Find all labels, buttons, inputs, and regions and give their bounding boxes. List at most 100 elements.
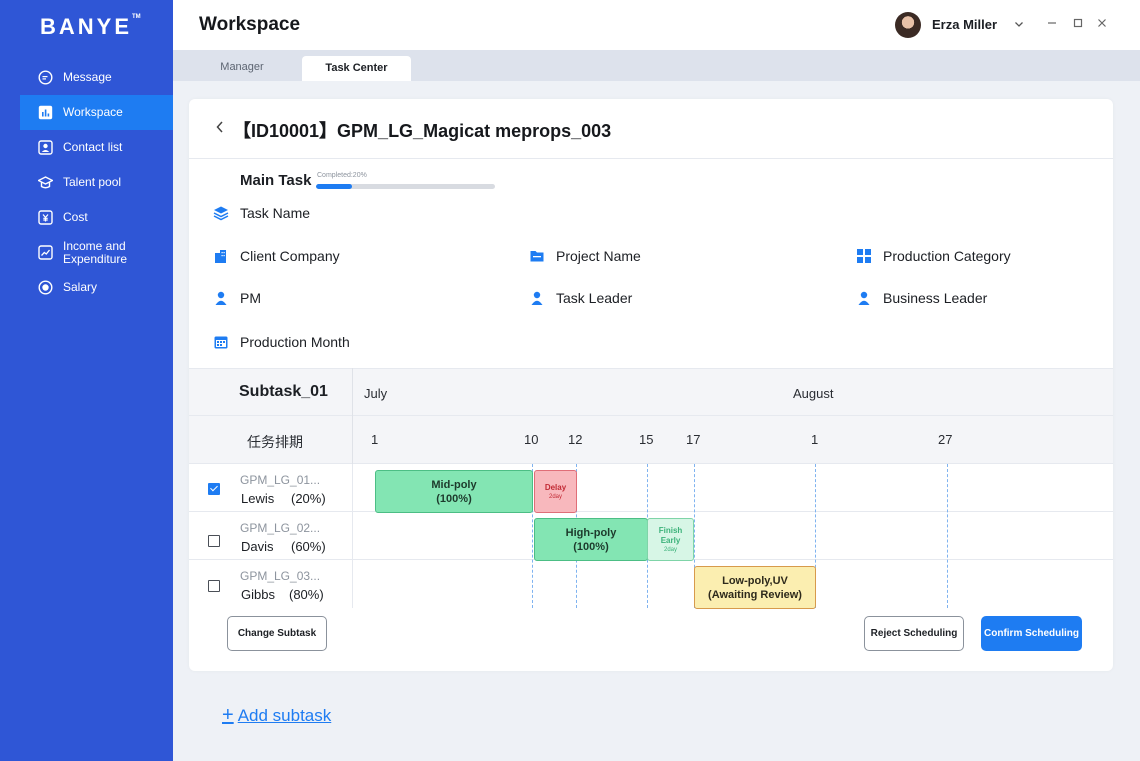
plus-icon: + xyxy=(222,704,234,726)
sidebar-item-label: Message xyxy=(63,70,112,84)
top-bar: Workspace Erza Miller xyxy=(173,0,1140,50)
bar-highpoly[interactable]: High-poly (100%) xyxy=(534,518,648,561)
user-name[interactable]: Erza Miller xyxy=(932,17,997,32)
field-client-company: Client Company xyxy=(213,248,340,264)
bar-label: Low-poly,UV xyxy=(722,574,788,587)
minimize-icon[interactable] xyxy=(1045,16,1059,30)
calendar-icon xyxy=(213,334,229,350)
maximize-icon[interactable] xyxy=(1071,16,1085,30)
field-task-leader: Task Leader xyxy=(529,290,632,306)
field-business-leader: Business Leader xyxy=(856,290,987,306)
assignee-name: Lewis xyxy=(241,491,275,506)
bar-label: 2day xyxy=(548,493,562,500)
message-icon xyxy=(38,70,53,85)
gantt-divider xyxy=(352,464,353,608)
subtask-code: GPM_LG_03... xyxy=(240,569,321,583)
yen-icon xyxy=(38,210,53,225)
person-icon xyxy=(856,290,872,306)
day-label: 10 xyxy=(524,432,539,447)
bar-label: 2day xyxy=(663,546,677,553)
back-arrow-icon[interactable] xyxy=(215,120,225,139)
sidebar-item-salary[interactable]: Salary xyxy=(20,270,173,305)
month-label: July xyxy=(364,386,388,401)
table-row: GPM_LG_03... Gibbs (80%) xyxy=(189,560,1113,608)
sidebar-item-workspace[interactable]: Workspace xyxy=(20,95,173,130)
field-production-category: Production Category xyxy=(856,248,1011,264)
sidebar-item-label: Workspace xyxy=(63,105,123,119)
reject-scheduling-button[interactable]: Reject Scheduling xyxy=(864,616,964,651)
tab-manager[interactable]: Manager xyxy=(195,56,289,81)
field-label: PM xyxy=(240,290,261,306)
schedule-label: 任务排期 xyxy=(247,434,303,450)
task-detail-card: 【ID10001】GPM_LG_Magicat meprops_003 Main… xyxy=(189,99,1113,671)
table-row: GPM_LG_01... Lewis (20%) xyxy=(189,464,1113,512)
person-icon xyxy=(213,290,229,306)
chevron-down-icon[interactable] xyxy=(1013,17,1025,35)
close-icon[interactable] xyxy=(1095,16,1109,30)
bar-delay[interactable]: Delay 2day xyxy=(534,470,577,513)
sidebar-item-label: Cost xyxy=(63,210,88,224)
avatar[interactable] xyxy=(895,12,921,38)
person-icon xyxy=(529,290,545,306)
progress-label: Completed:20% xyxy=(317,172,367,179)
assignee-percent: (80%) xyxy=(289,587,324,602)
bar-label: Delay xyxy=(544,482,567,492)
sidebar-item-label: Contact list xyxy=(63,140,123,154)
field-production-month: Production Month xyxy=(213,334,350,350)
field-project-name: Project Name xyxy=(529,248,641,264)
sidebar-item-label: Income and Expenditure xyxy=(63,238,128,266)
sidebar-item-message[interactable]: Message xyxy=(20,60,173,95)
page-title: Workspace xyxy=(199,14,301,35)
progress-bar xyxy=(316,184,495,189)
day-label: 1 xyxy=(811,432,819,447)
sidebar-item-cost[interactable]: Cost xyxy=(20,200,173,235)
day-label: 12 xyxy=(568,432,583,447)
bar-finish-early[interactable]: Finish Early 2day xyxy=(647,518,694,561)
task-title: 【ID10001】GPM_LG_Magicat meprops_003 xyxy=(233,121,612,141)
field-pm: PM xyxy=(213,290,261,306)
subtask-title: Subtask_01 xyxy=(239,383,328,400)
chart-icon xyxy=(38,105,53,120)
add-subtask-link[interactable]: + Add subtask xyxy=(222,704,331,727)
graduation-icon xyxy=(38,175,53,190)
bar-label: Finish Early xyxy=(658,525,683,545)
grid-icon xyxy=(856,248,872,264)
row-checkbox[interactable] xyxy=(208,535,220,547)
field-label: Client Company xyxy=(240,248,340,264)
assignee-percent: (20%) xyxy=(291,491,326,506)
subtask-code: GPM_LG_01... xyxy=(240,473,321,487)
row-checkbox[interactable] xyxy=(208,483,220,495)
bar-lowpoly[interactable]: Low-poly,UV (Awaiting Review) xyxy=(694,566,816,609)
sidebar-item-talent-pool[interactable]: Talent pool xyxy=(20,165,173,200)
sidebar-item-contact-list[interactable]: Contact list xyxy=(20,130,173,165)
folder-icon xyxy=(529,248,545,264)
gantt-month-header: Subtask_01 July August xyxy=(189,368,1113,416)
field-label: Production Month xyxy=(240,334,350,350)
field-label: Task Leader xyxy=(556,290,633,306)
bar-label: High-poly xyxy=(565,526,617,539)
field-label: Production Category xyxy=(883,248,1011,264)
month-label: August xyxy=(793,386,834,401)
day-label: 15 xyxy=(639,432,654,447)
building-icon xyxy=(213,248,229,264)
main-task-label: Main Task xyxy=(240,172,312,189)
gantt-divider xyxy=(352,368,353,464)
sidebar-item-label: Talent pool xyxy=(63,175,122,189)
sidebar-item-income-expenditure[interactable]: Income and Expenditure xyxy=(20,235,173,270)
coin-icon xyxy=(38,280,53,295)
day-label: 17 xyxy=(686,432,701,447)
tab-task-center[interactable]: Task Center xyxy=(302,56,411,81)
row-checkbox[interactable] xyxy=(208,580,220,592)
day-gridline xyxy=(947,464,948,608)
field-label: Project Name xyxy=(556,248,641,264)
add-subtask-label: Add subtask xyxy=(237,705,332,725)
card-header: 【ID10001】GPM_LG_Magicat meprops_003 xyxy=(189,99,1113,159)
sidebar-nav: Message Workspace Contact list Talent po… xyxy=(20,60,173,305)
sidebar: BANYETM Message Workspace Contact list T… xyxy=(0,0,173,761)
change-subtask-button[interactable]: Change Subtask xyxy=(227,616,327,651)
bar-label: (100%) xyxy=(436,492,472,505)
confirm-scheduling-button[interactable]: Confirm Scheduling xyxy=(981,616,1082,651)
day-label: 27 xyxy=(938,432,953,447)
bar-label: (100%) xyxy=(573,540,609,553)
bar-midpoly[interactable]: Mid-poly (100%) xyxy=(375,470,533,513)
